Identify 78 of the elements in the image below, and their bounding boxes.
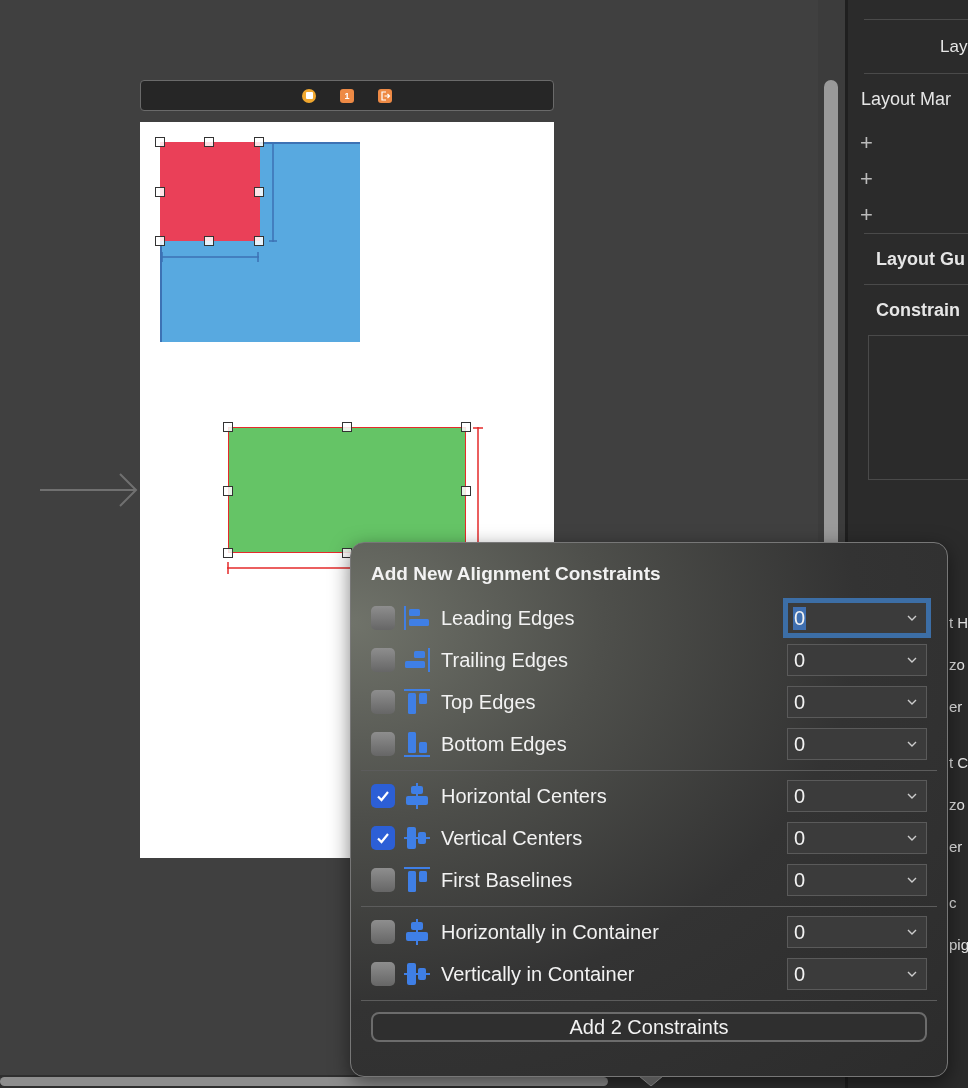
constant-dropdown[interactable]: 0 [787, 822, 927, 854]
resize-handle[interactable] [254, 236, 264, 246]
constant-dropdown[interactable]: 0 [787, 728, 927, 760]
option-label: Vertically in Container [441, 962, 636, 986]
chevron-down-icon [906, 876, 918, 884]
add-constraints-button[interactable]: Add 2 Constraints [371, 1012, 927, 1042]
resize-handle[interactable] [223, 422, 233, 432]
checkbox[interactable] [371, 690, 395, 714]
resize-handle[interactable] [461, 486, 471, 496]
add-button[interactable]: + [860, 202, 873, 228]
section-label: Layout Mar [861, 89, 952, 110]
option-label: Leading Edges [441, 606, 576, 630]
align-left-icon [403, 604, 431, 632]
option-label: er [949, 697, 963, 715]
align-top-icon [403, 688, 431, 716]
field-label: Lay [940, 36, 968, 57]
constant-dropdown[interactable]: 0 [787, 686, 927, 718]
chevron-down-icon [906, 834, 918, 842]
resize-handle[interactable] [155, 236, 165, 246]
align-top-icon [403, 866, 431, 894]
resize-handle[interactable] [155, 187, 165, 197]
exit-icon[interactable] [378, 88, 392, 103]
align-center-y-icon [403, 960, 431, 988]
option-label: zo [949, 795, 965, 813]
option-label: Bottom Edges [441, 732, 568, 756]
option-label: Vertical Centers [441, 826, 584, 850]
constant-dropdown[interactable]: 0 [787, 958, 927, 990]
checkbox[interactable] [371, 962, 395, 986]
chevron-down-icon [906, 698, 918, 706]
resize-handle[interactable] [342, 422, 352, 432]
add-button[interactable]: + [860, 166, 873, 192]
resize-handle[interactable] [223, 486, 233, 496]
chevron-down-icon [906, 740, 918, 748]
option-label: c [949, 893, 957, 911]
constant-dropdown[interactable]: 0 [787, 916, 927, 948]
chevron-down-icon [906, 928, 918, 936]
constant-dropdown[interactable]: 0 [787, 780, 927, 812]
option-label: Top Edges [441, 690, 537, 714]
resize-handle[interactable] [254, 187, 264, 197]
chevron-down-icon [906, 970, 918, 978]
option-label: First Baselines [441, 868, 574, 892]
align-right-icon [403, 646, 431, 674]
resize-handle[interactable] [204, 236, 214, 246]
option-label: t H [949, 613, 968, 631]
option-label: pig [949, 935, 968, 953]
checkbox[interactable] [371, 606, 395, 630]
align-bottom-icon [403, 730, 431, 758]
align-center-x-icon [403, 918, 431, 946]
option-label: zo [949, 655, 965, 673]
align-center-x-icon [403, 782, 431, 810]
chevron-down-icon [906, 614, 918, 622]
resize-handle[interactable] [204, 137, 214, 147]
checkbox[interactable] [371, 648, 395, 672]
chevron-down-icon [906, 656, 918, 664]
popover-title: Add New Alignment Constraints [371, 563, 662, 586]
option-label: Horizontally in Container [441, 920, 660, 944]
checkbox[interactable] [371, 732, 395, 756]
checkbox[interactable] [371, 868, 395, 892]
resize-handle[interactable] [223, 548, 233, 558]
option-label: t C [949, 753, 968, 771]
option-label: er [949, 837, 963, 855]
resize-handle[interactable] [155, 137, 165, 147]
scrollbar-thumb[interactable] [0, 1077, 608, 1086]
align-center-y-icon [403, 824, 431, 852]
checkbox[interactable] [371, 920, 395, 944]
constant-dropdown[interactable]: 0 [787, 644, 927, 676]
add-button[interactable]: + [860, 130, 873, 156]
option-label: Trailing Edges [441, 648, 570, 672]
section-heading: Constrain [876, 299, 960, 321]
view-controller-icon[interactable] [302, 88, 316, 103]
constant-dropdown[interactable]: 0 [787, 864, 927, 896]
chevron-down-icon [906, 792, 918, 800]
resize-handle[interactable] [461, 422, 471, 432]
checkbox[interactable] [371, 784, 395, 808]
option-label: Horizontal Centers [441, 784, 608, 808]
checkbox[interactable] [371, 826, 395, 850]
resize-handle[interactable] [254, 137, 264, 147]
section-heading: Layout Gu [876, 248, 965, 270]
